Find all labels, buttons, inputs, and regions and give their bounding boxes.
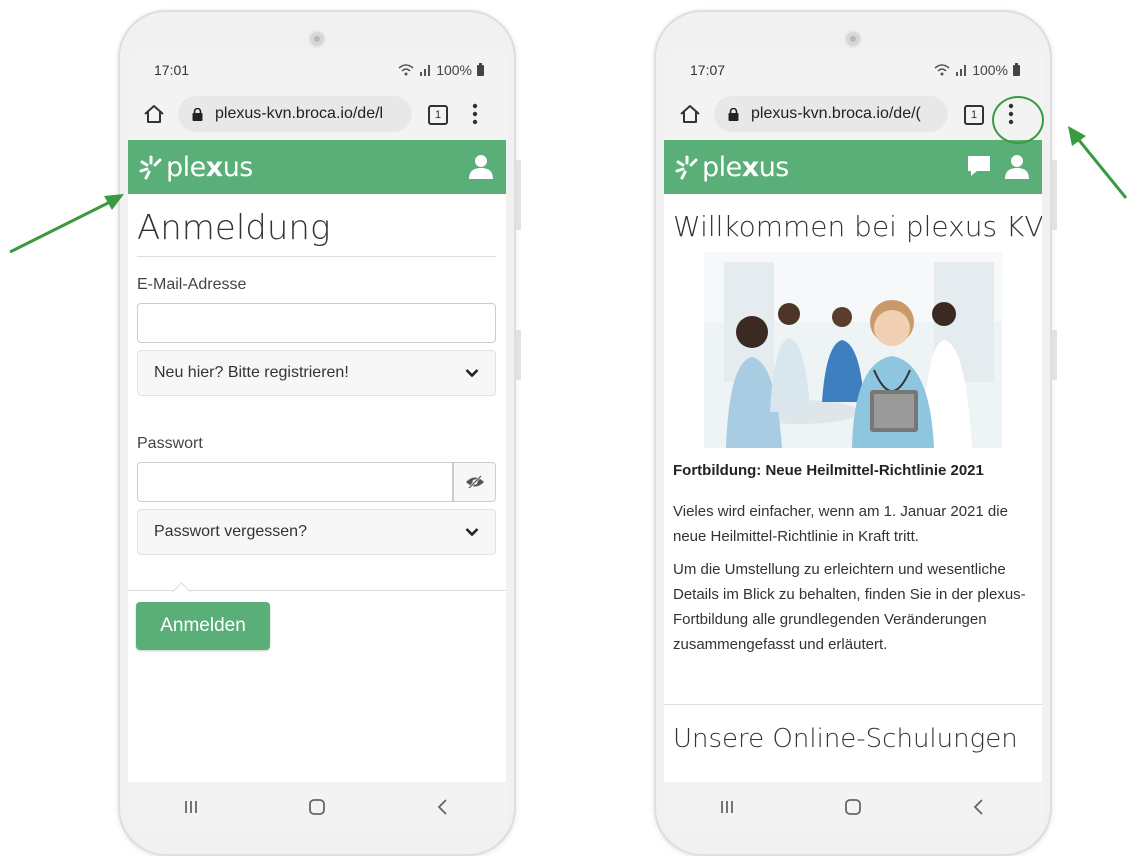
wifi-icon [934,64,950,76]
url-text: plexus-kvn.broca.io/de/l [215,105,384,122]
chevron-down-icon [465,369,479,378]
home-button-icon[interactable] [842,796,864,818]
android-nav-bar [128,782,506,832]
logo-text: plexus [166,151,253,183]
register-toggle-label: Neu hier? Bitte registrieren! [154,364,349,381]
chat-icon[interactable] [966,154,992,178]
article-paragraph: Um die Umstellung zu erleichtern und wes… [673,561,1026,653]
recent-apps-icon[interactable] [180,796,202,818]
home-content: Willkommen bei plexus KVN! Fortbildung: … [664,194,1042,782]
logo-text: plexus [702,151,789,183]
back-icon[interactable] [432,796,454,818]
back-icon[interactable] [968,796,990,818]
section-title: Unsere Online-Schulungen [673,724,1018,754]
phone-frame-left: 17:01 100% plexus-kvn.broca.io/de/l 1 pl… [118,10,521,856]
tab-switcher-button[interactable]: 1 [964,105,984,125]
battery-icon [477,62,484,76]
wifi-icon [398,64,414,76]
android-nav-bar [664,782,1042,832]
login-content: Anmeldung E-Mail-Adresse Neu hier? Bitte… [128,194,506,782]
battery-icon [1013,62,1020,76]
eye-slash-icon [465,475,484,489]
forgot-password-toggle[interactable]: Passwort vergessen? [137,509,496,555]
status-time: 17:01 [154,62,190,78]
register-toggle[interactable]: Neu hier? Bitte registrieren! [137,350,496,396]
page-title: Willkommen bei plexus KVN! [673,210,1042,243]
plexus-logo[interactable]: plexus [674,150,789,184]
toggle-password-visibility-button[interactable] [453,462,496,502]
hero-image [704,252,1002,448]
address-bar[interactable]: plexus-kvn.broca.io/de/( [714,96,948,132]
battery-percent: 100% [436,62,472,78]
front-camera [310,32,324,46]
article-title: Fortbildung: Neue Heilmittel-Richtlinie … [673,462,984,479]
email-label: E-Mail-Adresse [137,276,247,293]
separator-notch [172,582,191,601]
recent-apps-icon[interactable] [716,796,738,818]
login-button[interactable]: Anmelden [136,602,270,650]
status-bar: 17:01 100% [128,54,506,88]
logo-burst-icon [675,155,698,180]
phone-side-button [1052,160,1057,230]
front-camera [846,32,860,46]
signal-icon [420,65,431,76]
screen-left: 17:01 100% plexus-kvn.broca.io/de/l 1 pl… [128,54,506,832]
system-icons: 100% [934,62,1020,78]
browser-toolbar: plexus-kvn.broca.io/de/l 1 [128,88,506,140]
more-options-icon[interactable] [472,103,478,125]
status-time: 17:07 [690,62,726,78]
url-text: plexus-kvn.broca.io/de/( [751,105,921,122]
home-icon[interactable] [678,102,702,126]
home-button-icon[interactable] [306,796,328,818]
section-separator [664,704,1042,705]
annotation-arrow-right [1068,126,1128,199]
phone-side-button [516,160,521,230]
chevron-down-icon [465,528,479,537]
system-icons: 100% [398,62,484,78]
plexus-logo[interactable]: plexus [138,150,253,184]
address-bar[interactable]: plexus-kvn.broca.io/de/l [178,96,412,132]
app-header: plexus [128,140,506,194]
tab-switcher-button[interactable]: 1 [428,105,448,125]
home-icon[interactable] [142,102,166,126]
annotation-circle [992,96,1044,144]
battery-percent: 100% [972,62,1008,78]
page-title: Anmeldung [137,208,331,248]
user-icon[interactable] [1004,153,1030,179]
app-header: plexus [664,140,1042,194]
lock-icon [728,107,739,121]
annotation-arrow-left [9,194,124,254]
divider [137,256,496,257]
password-label: Passwort [137,435,203,452]
password-field[interactable] [137,462,453,502]
screen-right: 17:07 100% plexus-kvn.broca.io/de/( 1 pl… [664,54,1042,832]
signal-icon [956,65,967,76]
lock-icon [192,107,203,121]
phone-side-button [516,330,521,380]
browser-toolbar: plexus-kvn.broca.io/de/( 1 [664,88,1042,140]
user-icon[interactable] [468,153,494,179]
status-bar: 17:07 100% [664,54,1042,88]
phone-frame-right: 17:07 100% plexus-kvn.broca.io/de/( 1 pl… [654,10,1057,856]
article-paragraph: Vieles wird einfacher, wenn am 1. Januar… [673,503,1008,545]
email-field[interactable] [137,303,496,343]
phone-side-button [1052,330,1057,380]
forgot-password-label: Passwort vergessen? [154,523,307,540]
logo-burst-icon [139,155,162,180]
